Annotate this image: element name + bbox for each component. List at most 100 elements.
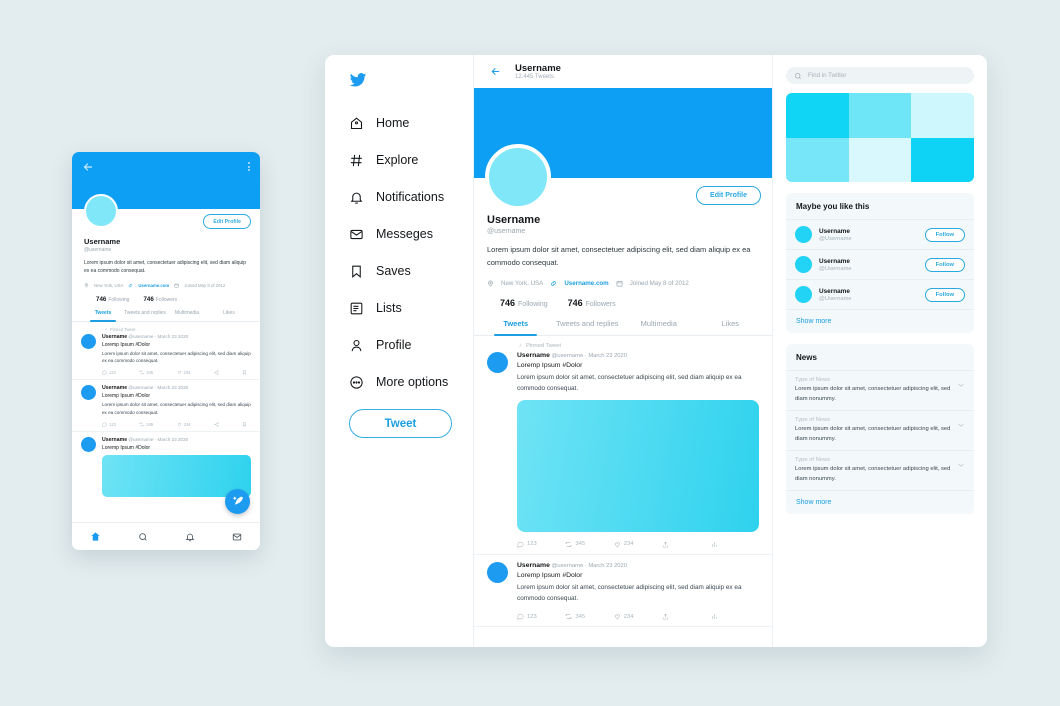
tweet-image[interactable] bbox=[517, 399, 759, 532]
tab-tweets[interactable]: Tweets bbox=[480, 319, 552, 336]
news-item[interactable]: Type of News Lorem ipsum dolor sit amet,… bbox=[786, 451, 974, 492]
comment-action[interactable]: 123 bbox=[517, 613, 565, 621]
tweet-avatar bbox=[487, 561, 508, 583]
sidebar-item-more-options[interactable]: More options bbox=[349, 367, 473, 397]
grid-cell bbox=[786, 137, 849, 182]
mobile-share-action[interactable] bbox=[214, 370, 219, 375]
mobile-tweet-avatar bbox=[81, 333, 96, 349]
mobile-location-text: New York, USA bbox=[94, 282, 124, 288]
chevron-down-icon[interactable] bbox=[957, 381, 965, 389]
mobile-tab-likes[interactable]: Likes bbox=[208, 310, 250, 321]
tweet-button[interactable]: Tweet bbox=[349, 409, 452, 438]
sidebar-item-notifications[interactable]: Notifications bbox=[349, 182, 473, 212]
mobile-tab-tweets[interactable]: Tweets bbox=[82, 310, 124, 322]
mobile-bottom-nav bbox=[72, 522, 260, 550]
followers-stat[interactable]: 746 Followers bbox=[568, 298, 616, 308]
retweet-action[interactable]: 345 bbox=[565, 541, 613, 548]
suggestions-show-more-link[interactable]: Show more bbox=[786, 310, 974, 333]
analytics-action[interactable] bbox=[711, 541, 759, 548]
mobile-compose-fab[interactable] bbox=[225, 489, 250, 514]
mobile-like-action[interactable]: 234 bbox=[177, 422, 191, 427]
like-action[interactable]: 234 bbox=[614, 613, 662, 620]
search-box[interactable]: Find in Twitter bbox=[786, 67, 974, 84]
mobile-retweet-action[interactable]: 345 bbox=[139, 370, 153, 375]
bookmark-icon bbox=[243, 422, 246, 427]
mobile-tweet-text: Lorem ipsum dolor sit amet, consectetuer… bbox=[102, 350, 251, 364]
suggestion-row[interactable]: Username @Username Follow bbox=[786, 250, 974, 280]
profile-website-link[interactable]: Username.com bbox=[564, 280, 608, 287]
tab-tweets-and-replies[interactable]: Tweets and replies bbox=[552, 319, 624, 335]
mobile-nav-home-icon[interactable] bbox=[90, 531, 101, 542]
share-upload-icon bbox=[663, 541, 669, 548]
follow-button[interactable]: Follow bbox=[924, 287, 965, 302]
mobile-back-icon[interactable] bbox=[82, 161, 94, 173]
sidebar-item-profile[interactable]: Profile bbox=[349, 330, 473, 360]
mobile-nav-messages-envelope-icon[interactable] bbox=[232, 532, 242, 542]
tweet-item[interactable]: Username @username · March 23 2020 Lorem… bbox=[474, 555, 772, 628]
mobile-like-action[interactable]: 234 bbox=[177, 370, 191, 375]
sidebar-item-home[interactable]: Home bbox=[349, 108, 473, 138]
mobile-tab-multimedia[interactable]: Multimedia bbox=[166, 310, 208, 321]
like-action[interactable]: 234 bbox=[614, 541, 662, 548]
tweet-feed[interactable]: Pinned Tweet Username @username · March … bbox=[474, 336, 772, 648]
mobile-tweet-avatar bbox=[81, 385, 96, 401]
share-action[interactable] bbox=[662, 613, 710, 620]
news-show-more-link[interactable]: Show more bbox=[786, 491, 974, 514]
share-action[interactable] bbox=[662, 541, 710, 548]
analytics-action[interactable] bbox=[711, 613, 759, 620]
tweet-item[interactable]: Pinned Tweet Username @username · March … bbox=[474, 336, 772, 555]
edit-profile-button[interactable]: Edit Profile bbox=[696, 186, 761, 205]
tab-multimedia[interactable]: Multimedia bbox=[623, 319, 695, 335]
tweet-title: Loremp Ipsum #Dolor bbox=[517, 571, 583, 579]
retweet-action[interactable]: 345 bbox=[565, 613, 613, 620]
sidebar-item-explore[interactable]: Explore bbox=[349, 145, 473, 175]
mobile-tab-tweets-and-replies[interactable]: Tweets and replies bbox=[124, 310, 166, 321]
comment-action[interactable]: 123 bbox=[517, 541, 565, 548]
mobile-tweet-item[interactable]: Username @username · March 23 2020 Lorem… bbox=[72, 432, 260, 497]
tweet-title: Loremp Ipsum #Dolor bbox=[517, 361, 583, 369]
sidebar-label-explore: Explore bbox=[376, 153, 419, 167]
following-stat[interactable]: 746 Following bbox=[500, 298, 548, 308]
mobile-more-vertical-icon[interactable] bbox=[248, 161, 250, 171]
location-pin-icon bbox=[84, 282, 89, 288]
mobile-comment-action[interactable]: 123 bbox=[102, 422, 116, 427]
color-grid bbox=[786, 93, 974, 182]
sidebar-label-lists: Lists bbox=[376, 301, 402, 315]
follow-button[interactable]: Follow bbox=[924, 257, 965, 272]
mobile-nav-search-icon[interactable] bbox=[138, 532, 148, 542]
profile-joined: Joined May 8 of 2012 bbox=[629, 279, 689, 287]
news-description: Lorem ipsum dolor sit amet, consectetuer… bbox=[795, 426, 951, 442]
sidebar-item-lists[interactable]: Lists bbox=[349, 293, 473, 323]
follow-button[interactable]: Follow bbox=[924, 227, 965, 242]
mobile-tweet-item[interactable]: Pinned Tweet Username @username · March … bbox=[72, 322, 260, 381]
news-item[interactable]: Type of News Lorem ipsum dolor sit amet,… bbox=[786, 411, 974, 452]
mobile-following-stat[interactable]: 746 Following bbox=[96, 296, 129, 303]
mobile-followers-stat[interactable]: 746 Followers bbox=[143, 296, 177, 303]
sidebar-item-messeges[interactable]: Messeges bbox=[349, 219, 473, 249]
news-item[interactable]: Type of News Lorem ipsum dolor sit amet,… bbox=[786, 371, 974, 412]
mobile-tweet-feed[interactable]: Pinned Tweet Username @username · March … bbox=[72, 321, 260, 522]
sidebar-item-saves[interactable]: Saves bbox=[349, 256, 473, 286]
comment-icon bbox=[102, 422, 107, 427]
mobile-share-action[interactable] bbox=[214, 421, 219, 427]
mobile-tweet-text: Lorem ipsum dolor sit amet, consectetuer… bbox=[102, 402, 251, 415]
mobile-nav-notifications-bell-icon[interactable] bbox=[185, 532, 195, 542]
mobile-website-link[interactable]: Username.com bbox=[138, 283, 169, 288]
left-sidebar: Home Explore Notifications Messeges Save… bbox=[325, 55, 473, 647]
bell-icon bbox=[350, 192, 363, 204]
mobile-tweet-item[interactable]: Username @username · March 23 2020 Lorem… bbox=[72, 380, 260, 432]
news-type: Type of News bbox=[795, 457, 831, 464]
chevron-down-icon[interactable] bbox=[957, 421, 965, 429]
twitter-bird-icon[interactable] bbox=[349, 71, 473, 94]
mobile-edit-profile-button[interactable]: Edit Profile bbox=[203, 214, 251, 229]
chevron-down-icon[interactable] bbox=[957, 461, 965, 469]
suggestion-row[interactable]: Username @Username Follow bbox=[786, 280, 974, 310]
mobile-bookmark-action[interactable] bbox=[242, 370, 247, 375]
tab-likes[interactable]: Likes bbox=[695, 319, 767, 335]
back-arrow-icon[interactable] bbox=[490, 66, 501, 77]
mobile-bookmark-action[interactable] bbox=[242, 422, 247, 427]
mobile-retweet-action[interactable]: 345 bbox=[139, 422, 153, 427]
mobile-comment-action[interactable]: 123 bbox=[102, 370, 116, 376]
suggestion-row[interactable]: Username @Username Follow bbox=[786, 220, 974, 250]
profile-name: Username bbox=[487, 214, 541, 226]
